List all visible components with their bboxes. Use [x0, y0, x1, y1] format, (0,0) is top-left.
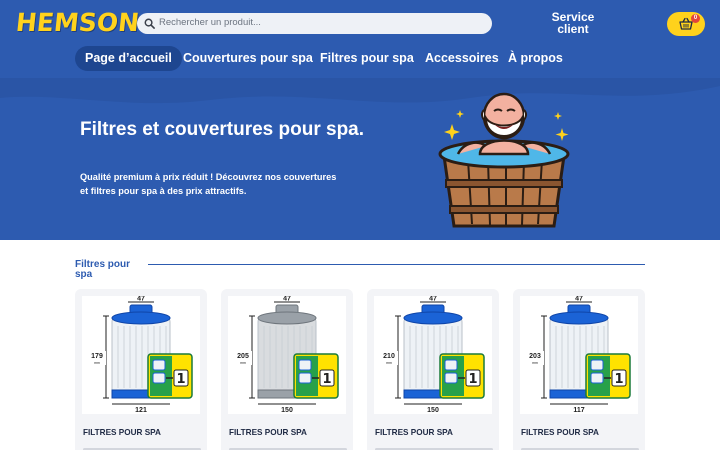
hero-title: Filtres et couvertures pour spa.	[80, 119, 365, 140]
svg-text:1: 1	[176, 372, 185, 387]
svg-text:1: 1	[322, 372, 331, 387]
search-icon	[144, 18, 155, 29]
product-description-preview	[83, 445, 201, 450]
svg-text:1: 1	[614, 372, 623, 387]
product-card[interactable]: 47 203 mm 117 1 FILTRES POUR SPA	[513, 289, 645, 450]
main-nav: Page d’accueil Couvertures pour spa Filt…	[0, 46, 720, 72]
product-image[interactable]: 47 203 mm 117 1	[520, 296, 638, 414]
product-card[interactable]: 47 210 mm 150 1 FILTRES POUR SPA	[367, 289, 499, 450]
hero-subtitle: Qualité premium à prix réduit ! Découvre…	[80, 172, 337, 196]
height-unit: mm	[240, 361, 246, 365]
site-header: HEMSON Rechercher un produit... Service …	[0, 0, 720, 78]
top-dimension: 47	[429, 296, 437, 303]
product-card[interactable]: 47 205 mm 150 1 FILTRES POUR SPA	[221, 289, 353, 450]
bottom-dimension: 150	[427, 407, 439, 414]
height-unit: mm	[532, 361, 538, 365]
nav-item-accessories[interactable]: Accessoires	[425, 46, 499, 71]
hero-banner: Filtres et couvertures pour spa. Qualité…	[0, 78, 720, 240]
nav-item-about[interactable]: À propos	[508, 46, 563, 71]
product-description-preview	[375, 445, 493, 450]
height-unit: mm	[386, 361, 392, 365]
nav-item-home[interactable]: Page d’accueil	[75, 46, 182, 71]
section-divider	[148, 264, 645, 265]
product-category: FILTRES POUR SPA	[375, 428, 453, 437]
height-dimension: 205	[237, 353, 249, 360]
height-dimension: 179	[91, 353, 103, 360]
bottom-dimension: 117	[573, 407, 584, 414]
bottom-dimension: 150	[281, 407, 293, 414]
top-dimension: 47	[137, 296, 145, 303]
product-image[interactable]: 47 205 mm 150 1	[228, 296, 346, 414]
hot-tub-mascot-illustration	[438, 92, 570, 228]
svg-text:1: 1	[468, 372, 477, 387]
top-dimension: 47	[575, 296, 583, 303]
product-category: FILTRES POUR SPA	[229, 428, 307, 437]
top-dimension: 47	[283, 296, 291, 303]
section-title: Filtres pour spa	[75, 259, 131, 280]
customer-service-link[interactable]: Service client	[548, 11, 598, 36]
product-description-preview	[229, 445, 347, 450]
service-label-line2: client	[557, 21, 589, 36]
search-input[interactable]: Rechercher un produit...	[159, 17, 261, 28]
cart-count-badge: 0	[691, 14, 700, 23]
search-bar[interactable]: Rechercher un produit...	[137, 13, 492, 34]
bottom-dimension: 121	[135, 407, 147, 414]
nav-item-spa-filters[interactable]: Filtres pour spa	[320, 46, 414, 71]
hero-wave-background	[0, 78, 720, 104]
product-card[interactable]: 47 179 mm 121 1 FILTRES POUR SPA	[75, 289, 207, 450]
height-dimension: 203	[529, 353, 541, 360]
product-description-preview	[521, 445, 639, 450]
nav-item-spa-covers[interactable]: Couvertures pour spa	[183, 46, 313, 71]
cart-button[interactable]: 0	[667, 12, 705, 36]
product-category: FILTRES POUR SPA	[521, 428, 599, 437]
brand-logo[interactable]: HEMSON	[14, 8, 140, 37]
height-dimension: 210	[383, 353, 395, 360]
product-image[interactable]: 47 179 mm 121 1	[82, 296, 200, 414]
product-category: FILTRES POUR SPA	[83, 428, 161, 437]
product-image[interactable]: 47 210 mm 150 1	[374, 296, 492, 414]
height-unit: mm	[94, 361, 100, 365]
